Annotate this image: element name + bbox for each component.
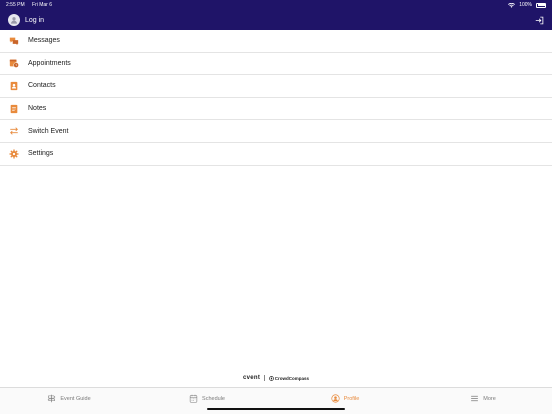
login-title[interactable]: Log in	[25, 17, 534, 24]
tab-label-more: More	[483, 395, 496, 402]
menu-list: Messages Appointments Contacts Notes Swi…	[0, 30, 552, 166]
notepad-icon	[9, 104, 19, 114]
tab-label-profile: Profile	[343, 395, 360, 402]
profile-icon	[331, 394, 340, 403]
hamburger-icon	[471, 395, 479, 402]
menu-item-contacts[interactable]: Contacts	[0, 75, 552, 98]
status-date: Fri Mar 6	[32, 2, 53, 8]
gear-icon	[9, 149, 19, 159]
menu-item-switch-event[interactable]: Switch Event	[0, 120, 552, 143]
tab-more[interactable]: More	[414, 388, 552, 409]
menu-item-settings[interactable]: Settings	[0, 143, 552, 166]
brand-divider	[264, 375, 265, 381]
battery-percent: 100%	[519, 2, 532, 8]
menu-item-notes[interactable]: Notes	[0, 98, 552, 121]
cvent-logo: cvent	[242, 375, 261, 381]
tab-event-guide[interactable]: Event Guide	[0, 388, 138, 409]
status-bar: 2:55 PM Fri Mar 6 100%	[0, 0, 552, 10]
menu-item-messages[interactable]: Messages	[0, 30, 552, 53]
battery-icon	[536, 2, 546, 8]
tab-label-event-guide: Event Guide	[60, 395, 91, 402]
tab-label-schedule: Schedule	[202, 395, 225, 402]
chat-bubbles-icon	[9, 36, 19, 46]
calendar-icon	[189, 394, 198, 403]
swap-arrows-icon	[9, 126, 19, 136]
login-icon[interactable]	[534, 15, 544, 25]
menu-label-notes: Notes	[28, 105, 47, 113]
menu-item-appointments[interactable]: Appointments	[0, 53, 552, 76]
crowdcompass-mark-icon	[268, 375, 274, 381]
status-left: 2:55 PM Fri Mar 6	[6, 2, 58, 8]
crowdcompass-label: CrowdCompass	[274, 375, 310, 381]
branding: cvent CrowdCompass	[0, 373, 552, 383]
menu-label-settings: Settings	[28, 150, 54, 158]
menu-label-contacts: Contacts	[28, 82, 56, 90]
menu-label-appointments: Appointments	[28, 59, 71, 67]
menu-label-messages: Messages	[28, 37, 60, 45]
wifi-icon	[508, 2, 516, 8]
status-right: 100%	[508, 2, 546, 8]
header-bar: Log in	[0, 10, 552, 30]
home-indicator[interactable]	[207, 407, 345, 410]
tab-profile[interactable]: Profile	[276, 388, 414, 409]
user-silhouette-icon	[10, 17, 18, 24]
contact-card-icon	[9, 81, 19, 91]
status-time: 2:55 PM	[6, 2, 25, 8]
calendar-clock-icon	[9, 58, 19, 69]
signpost-icon	[48, 394, 56, 403]
avatar[interactable]	[8, 14, 20, 26]
crowdcompass-logo: CrowdCompass	[268, 375, 310, 381]
tab-schedule[interactable]: Schedule	[138, 388, 276, 409]
menu-label-switch-event: Switch Event	[28, 127, 69, 135]
